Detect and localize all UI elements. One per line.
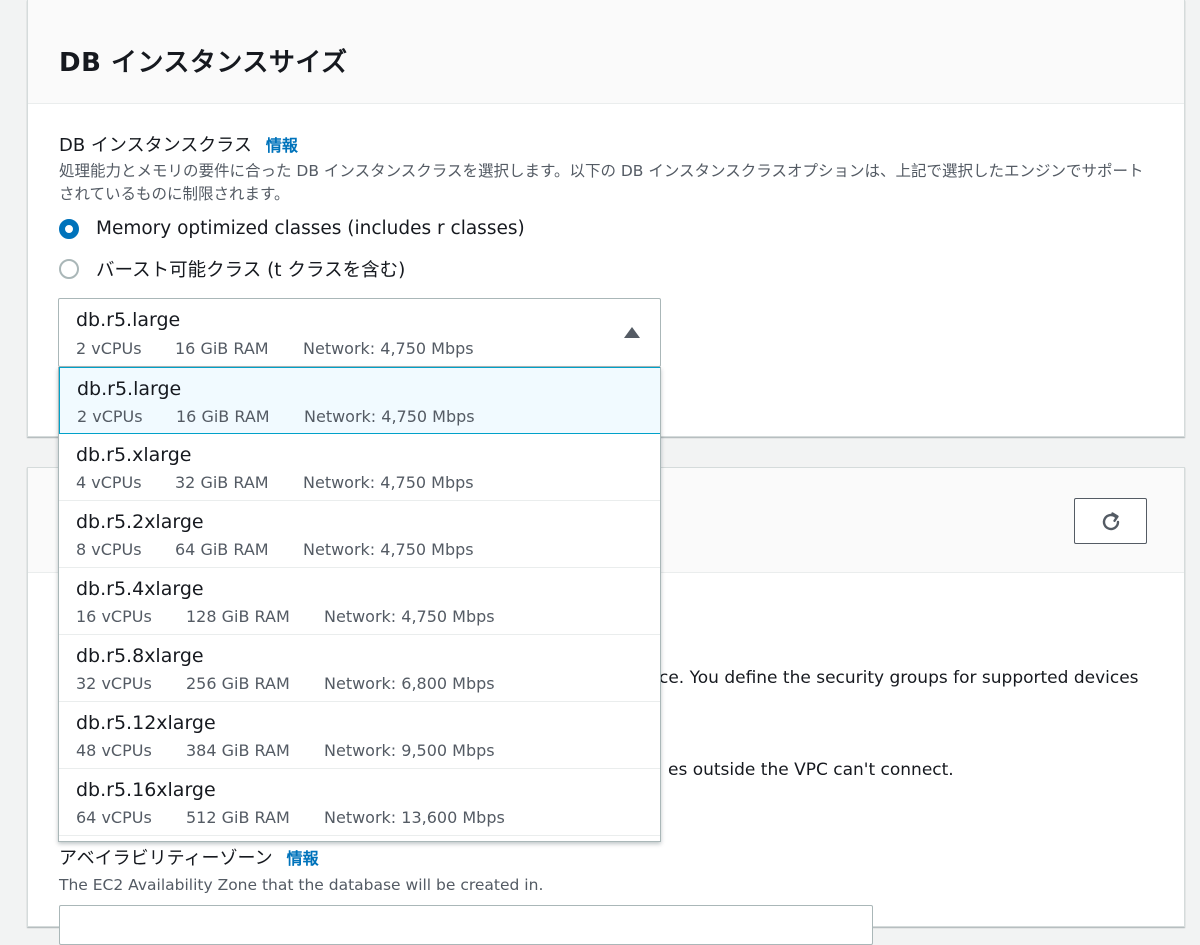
option-specs: 64 vCPUs 512 GiB RAM Network: 13,600 Mbp… — [76, 808, 505, 827]
info-link[interactable]: 情報 — [266, 136, 298, 155]
option-name: db.r5.16xlarge — [76, 779, 216, 801]
select-value-name: db.r5.large — [76, 309, 181, 331]
instance-class-dropdown: db.r5.large 2 vCPUs 16 GiB RAM Network: … — [58, 367, 661, 842]
spec-vcpus: 2 vCPUs — [77, 407, 143, 426]
dropdown-option[interactable]: db.r5.8xlarge 32 vCPUs 256 GiB RAM Netwo… — [59, 635, 660, 702]
option-name: db.r5.4xlarge — [76, 578, 204, 600]
option-specs: 4 vCPUs 32 GiB RAM Network: 4,750 Mbps — [76, 473, 474, 492]
spec-ram: 16 GiB RAM — [175, 339, 269, 358]
spec-ram: 256 GiB RAM — [186, 674, 290, 693]
field-label-text: DB インスタンスクラス — [59, 135, 252, 156]
radio-burstable[interactable]: バースト可能クラス (t クラスを含む) — [59, 256, 405, 282]
option-name: db.r5.large — [77, 378, 182, 400]
option-name: db.r5.xlarge — [76, 444, 192, 466]
spec-vcpus: 2 vCPUs — [76, 339, 142, 358]
dropdown-option[interactable]: db.r5.16xlarge 64 vCPUs 512 GiB RAM Netw… — [59, 769, 660, 836]
dropdown-option[interactable]: db.r5.12xlarge 48 vCPUs 384 GiB RAM Netw… — [59, 702, 660, 769]
radio-unchecked-icon[interactable] — [59, 259, 79, 279]
panel-header: DB インスタンスサイズ — [28, 0, 1184, 104]
spec-vcpus: 8 vCPUs — [76, 540, 142, 559]
spec-ram: 128 GiB RAM — [186, 607, 290, 626]
spec-vcpus: 64 vCPUs — [76, 808, 152, 827]
spec-network: Network: 9,500 Mbps — [324, 741, 495, 760]
public-access-description-partial: es outside the VPC can't connect. — [668, 760, 954, 780]
option-name: db.r5.2xlarge — [76, 511, 204, 533]
option-specs: 32 vCPUs 256 GiB RAM Network: 6,800 Mbps — [76, 674, 495, 693]
option-specs: 48 vCPUs 384 GiB RAM Network: 9,500 Mbps — [76, 741, 495, 760]
availability-zone-description: The EC2 Availability Zone that the datab… — [59, 876, 544, 894]
radio-memory-optimized[interactable]: Memory optimized classes (includes r cla… — [59, 218, 525, 239]
dropdown-option-selected[interactable]: db.r5.large 2 vCPUs 16 GiB RAM Network: … — [59, 367, 660, 434]
spec-vcpus: 4 vCPUs — [76, 473, 142, 492]
spec-ram: 512 GiB RAM — [186, 808, 290, 827]
field-description: 処理能力とメモリの要件に合った DB インスタンスクラスを選択します。以下の D… — [59, 162, 1144, 203]
dropdown-option[interactable]: db.r5.xlarge 4 vCPUs 32 GiB RAM Network:… — [59, 434, 660, 501]
radio-label: Memory optimized classes (includes r cla… — [96, 218, 525, 239]
db-instance-class-select[interactable]: db.r5.large 2 vCPUs 16 GiB RAM Network: … — [58, 298, 661, 367]
spec-vcpus: 32 vCPUs — [76, 674, 152, 693]
info-link[interactable]: 情報 — [287, 849, 319, 868]
spec-vcpus: 48 vCPUs — [76, 741, 152, 760]
spec-network: Network: 4,750 Mbps — [324, 607, 495, 626]
dropdown-option[interactable]: db.r5.2xlarge 8 vCPUs 64 GiB RAM Network… — [59, 501, 660, 568]
spec-ram: 64 GiB RAM — [175, 540, 269, 559]
option-name: db.r5.8xlarge — [76, 645, 204, 667]
option-name: db.r5.12xlarge — [76, 712, 216, 734]
radio-checked-icon[interactable] — [59, 218, 79, 239]
dropdown-option[interactable]: db.r5.4xlarge 16 vCPUs 128 GiB RAM Netwo… — [59, 568, 660, 635]
db-instance-class-label: DB インスタンスクラス 情報 — [59, 131, 298, 157]
spec-network: Network: 4,750 Mbps — [303, 339, 474, 358]
option-specs: 2 vCPUs 16 GiB RAM Network: 4,750 Mbps — [77, 407, 475, 426]
radio-label: バースト可能クラス (t クラスを含む) — [96, 260, 406, 281]
spec-network: Network: 4,750 Mbps — [304, 407, 475, 426]
caret-up-icon — [624, 327, 640, 338]
spec-network: Network: 6,800 Mbps — [324, 674, 495, 693]
spec-ram: 32 GiB RAM — [175, 473, 269, 492]
option-specs: 16 vCPUs 128 GiB RAM Network: 4,750 Mbps — [76, 607, 495, 626]
spec-network: Network: 4,750 Mbps — [303, 473, 474, 492]
refresh-button[interactable] — [1074, 498, 1147, 544]
availability-zone-label: アベイラビリティーゾーン 情報 — [59, 844, 319, 870]
spec-ram: 384 GiB RAM — [186, 741, 290, 760]
refresh-icon — [1102, 512, 1120, 531]
spec-vcpus: 16 vCPUs — [76, 607, 152, 626]
spec-ram: 16 GiB RAM — [176, 407, 270, 426]
spec-network: Network: 4,750 Mbps — [303, 540, 474, 559]
availability-zone-select[interactable] — [59, 905, 873, 945]
option-specs: 8 vCPUs 64 GiB RAM Network: 4,750 Mbps — [76, 540, 474, 559]
spec-network: Network: 13,600 Mbps — [324, 808, 505, 827]
panel-title: DB インスタンスサイズ — [59, 48, 348, 78]
vpc-description-partial: ce. You define the security groups for s… — [659, 668, 1139, 688]
select-value-specs: 2 vCPUs 16 GiB RAM Network: 4,750 Mbps — [76, 339, 474, 358]
az-label-text: アベイラビリティーゾーン — [59, 848, 273, 869]
